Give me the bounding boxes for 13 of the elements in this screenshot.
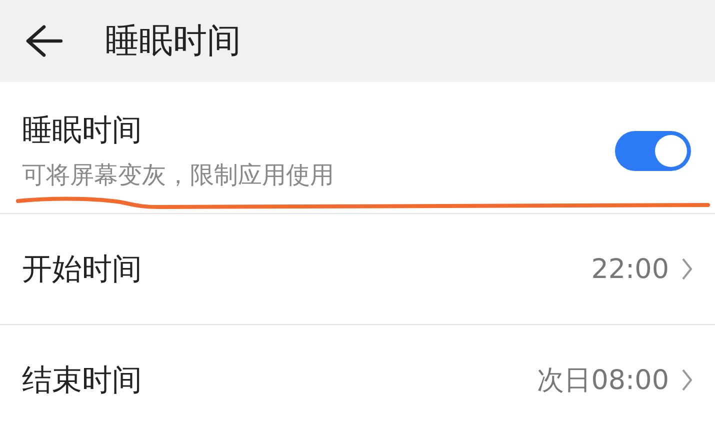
setting-title: 开始时间: [22, 250, 143, 288]
setting-description: 可将屏幕变灰，限制应用使用: [22, 160, 334, 191]
setting-title: 睡眠时间: [22, 112, 143, 150]
back-icon[interactable]: [25, 25, 63, 57]
setting-value: 次日08:00: [537, 364, 669, 398]
page-title: 睡眠时间: [105, 20, 241, 63]
setting-row[interactable]: 结束时间 次日08:00: [0, 324, 715, 435]
toggle-switch[interactable]: [615, 130, 691, 170]
setting-row[interactable]: 开始时间 22:00: [0, 213, 715, 324]
chevron-icon: [681, 368, 693, 392]
setting-title: 结束时间: [22, 362, 143, 400]
chevron-icon: [681, 257, 693, 281]
setting-value: 22:00: [591, 254, 669, 284]
